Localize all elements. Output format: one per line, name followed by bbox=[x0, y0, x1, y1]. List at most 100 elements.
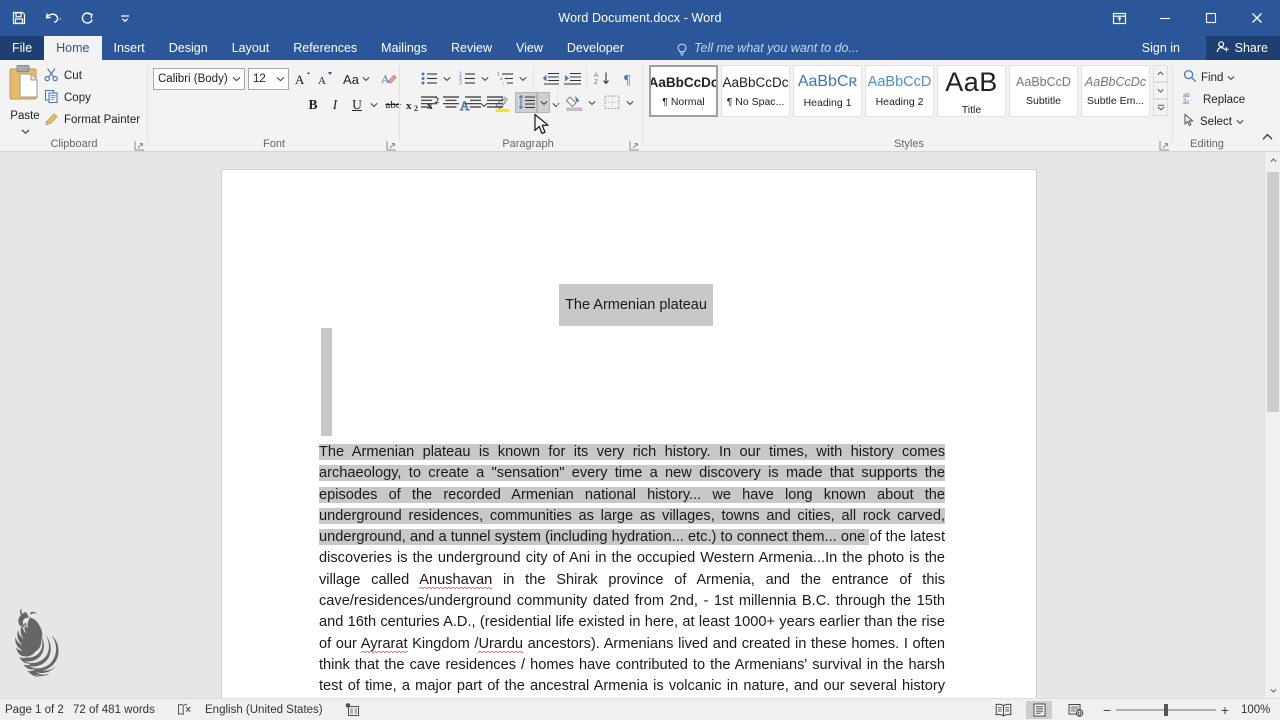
decrease-indent-button[interactable] bbox=[539, 68, 561, 89]
ribbon-display-options-icon[interactable] bbox=[1096, 0, 1142, 36]
copy-button[interactable]: Copy bbox=[40, 87, 95, 108]
minimize-icon[interactable] bbox=[1142, 0, 1188, 36]
share-button[interactable]: Share bbox=[1205, 36, 1280, 60]
shrink-font-button[interactable]: A bbox=[315, 68, 336, 90]
vertical-scrollbar[interactable] bbox=[1264, 152, 1280, 698]
multilevel-list-button[interactable]: 1 a i bbox=[494, 68, 516, 89]
style-name: Title bbox=[961, 103, 982, 116]
strikethrough-button[interactable]: abc bbox=[382, 94, 404, 115]
zoom-level[interactable]: 100% bbox=[1236, 699, 1275, 720]
document-title-selection[interactable]: The Armenian plateau bbox=[559, 284, 713, 326]
scrollbar-thumb[interactable] bbox=[1267, 172, 1279, 412]
scroll-up-button[interactable] bbox=[1265, 152, 1280, 168]
styles-scroll-up-button[interactable] bbox=[1153, 65, 1168, 82]
web-layout-view-button[interactable] bbox=[1062, 701, 1088, 719]
tab-view[interactable]: View bbox=[504, 36, 555, 60]
font-dialog-launcher-icon[interactable] bbox=[386, 138, 397, 151]
document-canvas[interactable]: The Armenian plateau The Armenian platea… bbox=[0, 152, 1280, 698]
font-size-combo[interactable]: 12 bbox=[248, 68, 289, 90]
zoom-thumb[interactable] bbox=[1164, 704, 1168, 716]
style-normal[interactable]: AaBbCcDc ¶ Normal bbox=[649, 65, 718, 117]
find-dropdown-arrow-icon[interactable] bbox=[1227, 72, 1235, 84]
language-indicator[interactable]: English (United States) bbox=[200, 699, 328, 720]
style-heading-2[interactable]: AaBbCcD Heading 2 bbox=[865, 65, 934, 117]
borders-dropdown-arrow-icon[interactable] bbox=[623, 92, 636, 113]
borders-button[interactable] bbox=[601, 92, 623, 113]
numbering-dropdown-arrow-icon[interactable] bbox=[478, 68, 491, 89]
line-spacing-button[interactable] bbox=[515, 92, 537, 113]
restore-icon[interactable] bbox=[1188, 0, 1234, 36]
find-button[interactable]: Find bbox=[1179, 67, 1239, 88]
sort-button[interactable]: A Z bbox=[591, 68, 613, 89]
select-dropdown-arrow-icon[interactable] bbox=[1236, 116, 1244, 128]
cut-button[interactable]: Cut bbox=[40, 65, 86, 86]
numbering-button[interactable]: 1 2 3 bbox=[456, 68, 478, 89]
increase-indent-button[interactable] bbox=[561, 68, 583, 89]
format-painter-button[interactable]: Format Painter bbox=[40, 109, 144, 130]
scroll-down-button[interactable] bbox=[1265, 682, 1280, 698]
styles-more-button[interactable] bbox=[1153, 99, 1168, 116]
style-title[interactable]: AaB Title bbox=[937, 65, 1006, 117]
document-title-text: The Armenian plateau bbox=[565, 297, 707, 313]
tab-review[interactable]: Review bbox=[439, 36, 504, 60]
style-heading-1[interactable]: AaBbCʀ Heading 1 bbox=[793, 65, 862, 117]
page-indicator[interactable]: Page 1 of 2 bbox=[0, 699, 69, 720]
zoom-out-button[interactable]: − bbox=[1098, 702, 1116, 718]
line-spacing-dropdown-arrow-icon[interactable] bbox=[537, 92, 550, 113]
replace-icon: ab ac bbox=[1183, 91, 1199, 108]
read-mode-view-button[interactable] bbox=[990, 701, 1016, 719]
proofing-errors-icon[interactable] bbox=[172, 699, 197, 720]
underline-button[interactable]: U bbox=[347, 94, 367, 115]
tab-file[interactable]: File bbox=[0, 36, 45, 60]
zoom-in-button[interactable]: + bbox=[1216, 702, 1234, 718]
bullets-button[interactable] bbox=[418, 68, 440, 89]
collapse-ribbon-button[interactable] bbox=[1258, 128, 1276, 146]
tab-references[interactable]: References bbox=[281, 36, 369, 60]
macro-recording-icon[interactable] bbox=[340, 699, 365, 720]
font-name-dropdown-arrow-icon[interactable] bbox=[229, 69, 244, 89]
document-page[interactable]: The Armenian plateau The Armenian platea… bbox=[221, 169, 1037, 698]
close-icon[interactable] bbox=[1234, 0, 1280, 36]
select-button[interactable]: Select bbox=[1179, 111, 1248, 132]
tab-developer[interactable]: Developer bbox=[555, 36, 636, 60]
font-name-combo[interactable]: Calibri (Body) bbox=[153, 68, 245, 90]
bullets-dropdown-arrow-icon[interactable] bbox=[440, 68, 453, 89]
multilevel-dropdown-arrow-icon[interactable] bbox=[516, 68, 529, 89]
paragraph-dialog-launcher-icon[interactable] bbox=[629, 138, 640, 151]
change-case-button[interactable]: Aa bbox=[340, 68, 373, 90]
clipboard-dialog-launcher-icon[interactable] bbox=[134, 138, 145, 151]
svg-text:i: i bbox=[503, 81, 504, 86]
document-body-text[interactable]: The Armenian plateau is known for its ve… bbox=[319, 442, 945, 698]
shading-dropdown-arrow-icon[interactable] bbox=[585, 92, 598, 113]
word-count[interactable]: 72 of 481 words bbox=[68, 699, 160, 720]
tab-home[interactable]: Home bbox=[44, 36, 102, 60]
align-right-button[interactable] bbox=[462, 92, 484, 113]
tab-insert[interactable]: Insert bbox=[102, 36, 157, 60]
tab-mailings[interactable]: Mailings bbox=[369, 36, 439, 60]
style-subtitle[interactable]: AaBbCcD Subtitle bbox=[1009, 65, 1078, 117]
print-layout-view-button[interactable] bbox=[1026, 701, 1052, 719]
replace-button[interactable]: ab ac Replace bbox=[1179, 89, 1249, 110]
tell-me-search[interactable]: Tell me what you want to do... bbox=[676, 36, 859, 60]
italic-button[interactable]: I bbox=[325, 94, 345, 115]
grow-font-button[interactable]: A bbox=[293, 68, 314, 90]
font-size-dropdown-arrow-icon[interactable] bbox=[273, 69, 288, 89]
body-segment: Kingdom / bbox=[407, 635, 479, 652]
clear-formatting-button[interactable]: A bbox=[378, 68, 400, 90]
zoom-track[interactable] bbox=[1116, 704, 1216, 716]
align-left-button[interactable] bbox=[418, 92, 440, 113]
tab-layout[interactable]: Layout bbox=[220, 36, 282, 60]
style-subtle-emphasis[interactable]: AaBbCcDc Subtle Em... bbox=[1081, 65, 1150, 117]
justify-button[interactable] bbox=[484, 92, 506, 113]
styles-scroll-down-button[interactable] bbox=[1153, 82, 1168, 99]
center-button[interactable] bbox=[440, 92, 462, 113]
scissors-icon bbox=[44, 67, 59, 85]
show-formatting-marks-button[interactable]: ¶ bbox=[618, 68, 640, 89]
zoom-slider[interactable]: − + bbox=[1098, 699, 1234, 720]
shading-button[interactable] bbox=[563, 92, 585, 113]
style-no-spacing[interactable]: AaBbCcDc ¶ No Spac... bbox=[721, 65, 790, 117]
bold-button[interactable]: B bbox=[303, 94, 323, 115]
underline-dropdown-arrow-icon[interactable] bbox=[367, 94, 380, 115]
tab-design[interactable]: Design bbox=[157, 36, 220, 60]
sign-in-button[interactable]: Sign in bbox=[1134, 36, 1188, 60]
